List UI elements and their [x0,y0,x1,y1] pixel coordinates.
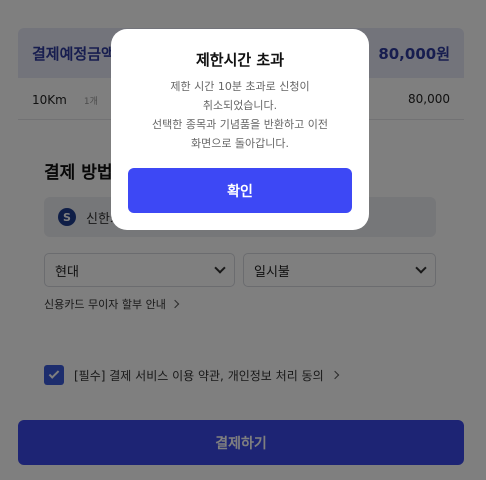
modal-message-line: 화면으로 돌아갑니다. [190,137,290,150]
confirm-button[interactable]: 확인 [128,168,352,213]
modal-message-line: 취소되었습니다. [202,99,278,112]
modal-message: 제한 시간 10분 초과로 신청이 취소되었습니다. 선택한 종목과 기념품을 … [121,77,359,153]
timeout-modal: 제한시간 초과 제한 시간 10분 초과로 신청이 취소되었습니다. 선택한 종… [111,29,369,230]
modal-message-line: 선택한 종목과 기념품을 반환하고 이전 [152,118,328,131]
modal-message-line: 제한 시간 10분 초과로 신청이 [170,80,310,93]
modal-title: 제한시간 초과 [195,51,285,69]
